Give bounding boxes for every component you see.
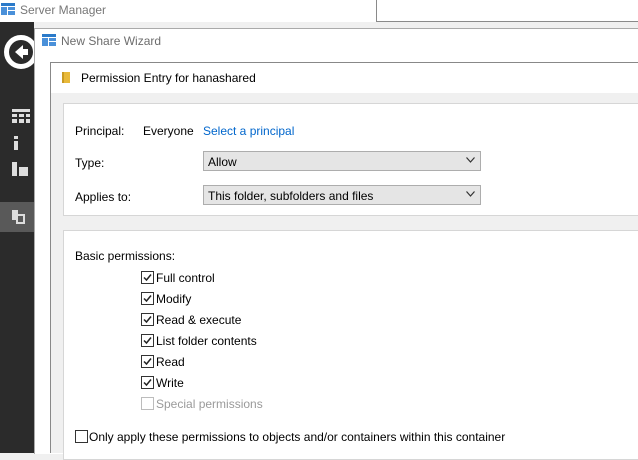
- applies-to-label: Applies to:: [75, 190, 132, 204]
- read-execute-label: Read & execute: [156, 313, 242, 327]
- permission-entry-dialog: Permission Entry for hanashared Principa…: [50, 62, 638, 460]
- dialog-titlebar: Permission Entry for hanashared: [51, 63, 638, 93]
- wizard-title: New Share Wizard: [61, 34, 162, 48]
- principal-value: Everyone: [143, 124, 194, 138]
- chevron-down-icon: [466, 191, 475, 197]
- only-apply-checkbox[interactable]: [75, 430, 88, 443]
- chevron-down-icon: [466, 157, 475, 163]
- basic-permissions-label: Basic permissions:: [75, 249, 176, 263]
- all-servers-icon[interactable]: [12, 162, 30, 176]
- write-checkbox[interactable]: [141, 376, 154, 389]
- dialog-title: Permission Entry for hanashared: [81, 71, 256, 85]
- checkmark-icon: [143, 274, 152, 282]
- modify-checkbox[interactable]: [141, 292, 154, 305]
- type-dropdown[interactable]: Allow: [203, 151, 481, 171]
- read-execute-checkbox[interactable]: [141, 313, 154, 326]
- read-label: Read: [156, 355, 185, 369]
- principal-label: Principal:: [75, 124, 125, 138]
- background-window-edge: [376, 0, 638, 22]
- full-control-checkbox[interactable]: [141, 271, 154, 284]
- list-folder-contents-label: List folder contents: [156, 334, 257, 348]
- special-permissions-label: Special permissions: [156, 397, 263, 411]
- server-manager-sidebar: [0, 22, 38, 453]
- list-folder-contents-checkbox[interactable]: [141, 334, 154, 347]
- folder-icon: [62, 72, 70, 83]
- read-checkbox[interactable]: [141, 355, 154, 368]
- file-storage-services-nav-selected[interactable]: [0, 202, 34, 232]
- checkmark-icon: [143, 295, 152, 303]
- server-manager-title: Server Manager: [20, 3, 107, 17]
- server-manager-titlebar: Server Manager: [0, 0, 638, 22]
- applies-to-dropdown-value: This folder, subfolders and files: [208, 189, 374, 203]
- back-button[interactable]: [4, 35, 38, 69]
- dashboard-icon[interactable]: [12, 109, 30, 123]
- principal-panel: Principal: Everyone Select a principal T…: [63, 103, 638, 216]
- write-label: Write: [156, 376, 184, 390]
- only-apply-label: Only apply these permissions to objects …: [89, 430, 506, 444]
- checkmark-icon: [143, 337, 152, 345]
- checkmark-icon: [143, 379, 152, 387]
- local-server-icon[interactable]: [12, 136, 30, 150]
- type-label: Type:: [75, 156, 105, 170]
- file-storage-icon: [12, 210, 25, 224]
- checkmark-icon: [143, 316, 152, 324]
- wizard-icon: [42, 34, 56, 46]
- select-principal-link[interactable]: Select a principal: [203, 124, 294, 138]
- basic-permissions-panel: Basic permissions: Full control Modify R…: [63, 230, 638, 460]
- applies-to-dropdown[interactable]: This folder, subfolders and files: [203, 185, 481, 205]
- full-control-label: Full control: [156, 271, 215, 285]
- server-manager-icon: [1, 3, 15, 15]
- type-dropdown-value: Allow: [208, 155, 237, 169]
- modify-label: Modify: [156, 292, 192, 306]
- back-arrow-icon: [15, 45, 28, 59]
- checkmark-icon: [143, 358, 152, 366]
- special-permissions-checkbox: [141, 397, 154, 410]
